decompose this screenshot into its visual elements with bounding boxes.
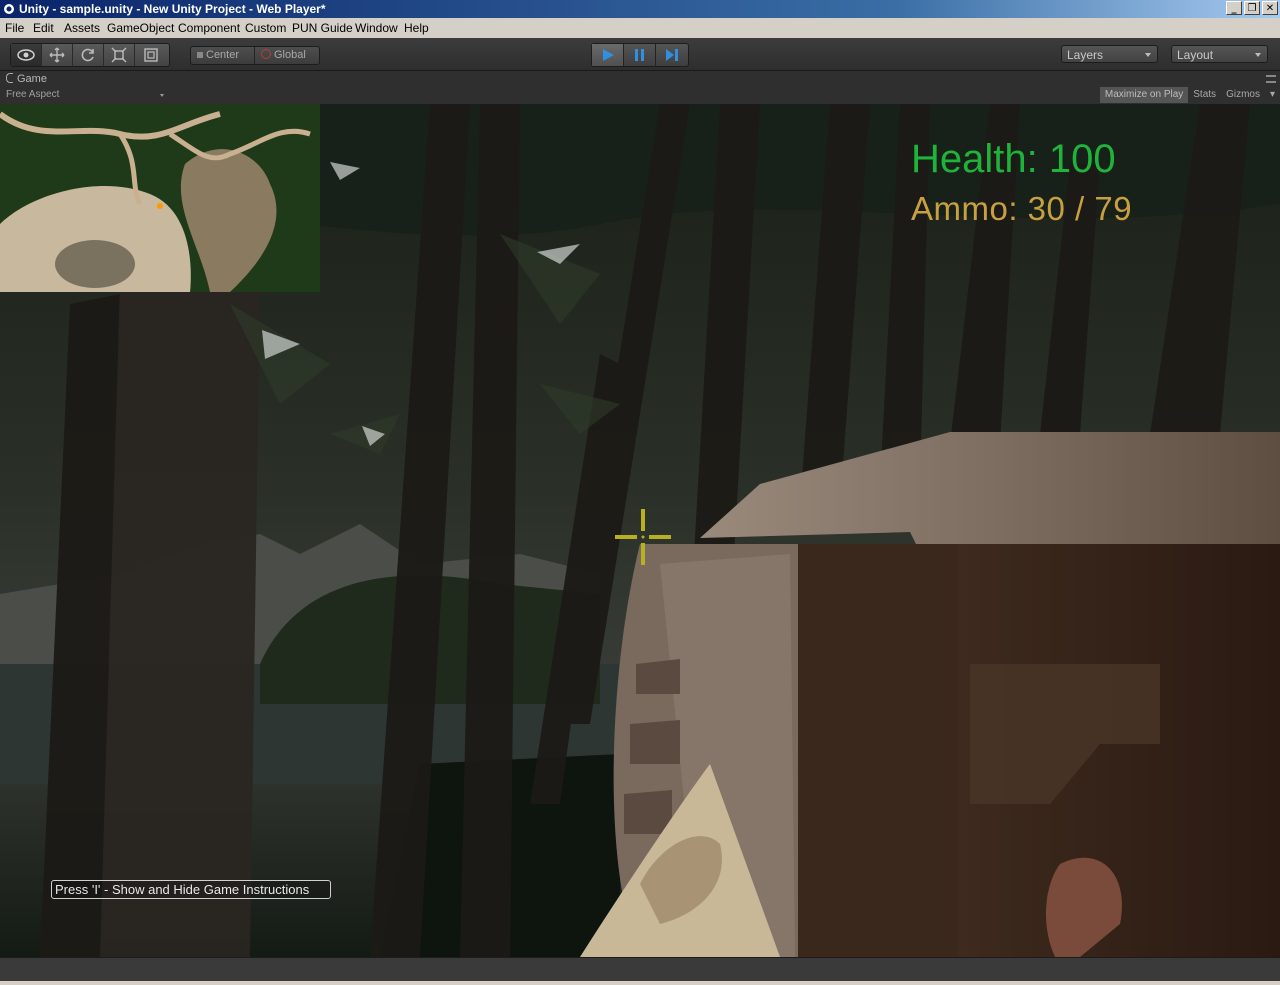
minimap-terrain [0, 104, 320, 292]
menu-help[interactable]: Help [404, 18, 429, 38]
move-icon [49, 47, 65, 63]
restore-button[interactable]: ❐ [1244, 1, 1260, 15]
ammo-label: Ammo: 30 / 79 [911, 190, 1133, 227]
chevron-down-icon [1145, 53, 1151, 57]
menu-edit[interactable]: Edit [33, 18, 54, 38]
rect-icon [143, 48, 158, 62]
minimize-button[interactable]: _ [1226, 1, 1242, 15]
game-tab-icon [6, 73, 13, 83]
close-button[interactable]: ✕ [1262, 1, 1278, 15]
play-icon [602, 49, 614, 61]
globe-icon [261, 49, 271, 59]
player-marker [157, 203, 163, 209]
rect-tool-button[interactable] [135, 44, 166, 66]
game-view[interactable]: Health: 100 Ammo: 30 / 79 Press 'I' - Sh… [0, 104, 1280, 957]
menu-custom[interactable]: Custom [245, 18, 286, 38]
tab-game[interactable]: Game [6, 73, 47, 85]
step-button[interactable] [656, 44, 688, 66]
scale-tool-button[interactable] [104, 44, 135, 66]
game-panel-header: Game Free Aspect Maximize on Play Stats … [0, 71, 1280, 105]
chevron-down-icon [160, 94, 164, 97]
instructions-hint: Press 'I' - Show and Hide Game Instructi… [51, 880, 331, 899]
rotate-tool-button[interactable] [73, 44, 104, 66]
pivot-center-icon [197, 52, 203, 58]
transform-tools [10, 43, 170, 67]
pivot-center-button[interactable]: Center [191, 47, 255, 64]
menu-window[interactable]: Window [355, 18, 398, 38]
pivot-center-label: Center [206, 49, 240, 61]
play-button[interactable] [592, 44, 624, 66]
rotate-icon [81, 48, 94, 62]
layers-label: Layers [1067, 48, 1104, 62]
health-label: Health: 100 [911, 137, 1116, 181]
window-title: Unity - sample.unity - New Unity Project… [19, 2, 326, 16]
layout-label: Layout [1177, 48, 1214, 62]
menu-pun-guide[interactable]: PUN Guide [292, 18, 353, 38]
unity-logo-icon [4, 4, 14, 14]
game-panel-options: Maximize on Play Stats Gizmos ▾ [1099, 87, 1280, 103]
minimap [0, 104, 320, 292]
status-bar [0, 957, 1280, 985]
layout-dropdown[interactable]: Layout [1171, 45, 1268, 63]
stats-toggle[interactable]: Stats [1188, 87, 1221, 103]
play-controls [591, 43, 689, 67]
maximize-on-play-toggle[interactable]: Maximize on Play [1099, 87, 1189, 103]
menu-bar: File Edit Assets GameObject Component Cu… [0, 18, 1280, 38]
step-icon [666, 49, 678, 61]
menu-gameobject[interactable]: GameObject [107, 18, 174, 38]
window-title-bar: Unity - sample.unity - New Unity Project… [0, 0, 1280, 18]
move-tool-button[interactable] [42, 44, 73, 66]
game-tab-label: Game [17, 73, 47, 85]
panel-menu-icon[interactable] [1266, 75, 1276, 83]
chevron-down-icon [1255, 53, 1261, 57]
menu-assets[interactable]: Assets [64, 18, 100, 38]
pause-button[interactable] [624, 44, 656, 66]
menu-file[interactable]: File [5, 18, 24, 38]
aspect-dropdown[interactable]: Free Aspect [6, 89, 166, 100]
aspect-label: Free Aspect [6, 89, 60, 100]
gizmos-toggle[interactable]: Gizmos [1221, 87, 1265, 103]
layers-dropdown[interactable]: Layers [1061, 45, 1158, 63]
crosshair-icon [615, 509, 671, 565]
menu-component[interactable]: Component [178, 18, 240, 38]
gizmos-dropdown-icon[interactable]: ▾ [1265, 87, 1280, 103]
pivot-global-label: Global [274, 49, 306, 61]
pause-icon [634, 49, 644, 61]
status-bar-edge [0, 981, 1280, 985]
eye-icon [17, 49, 35, 61]
hand-tool-button[interactable] [11, 44, 42, 66]
main-toolbar: Center Global Layers Layout [0, 38, 1280, 71]
scale-icon [111, 47, 127, 63]
pivot-global-button[interactable]: Global [255, 47, 319, 64]
pivot-toggle-group: Center Global [190, 46, 320, 65]
